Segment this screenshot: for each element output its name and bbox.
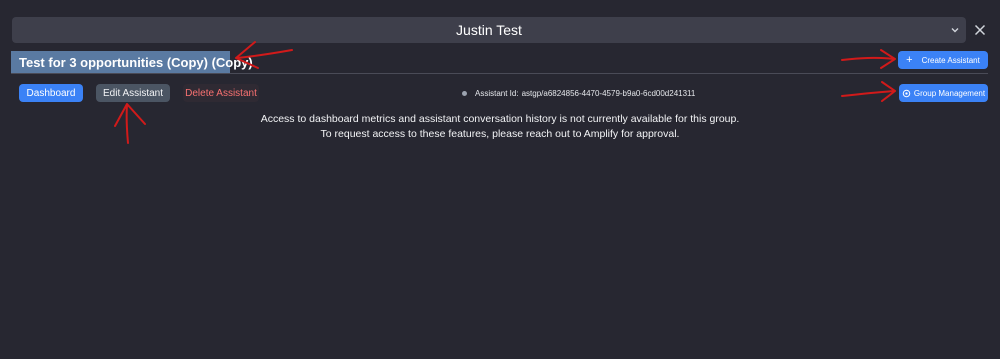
annotation-arrow-edit [114,103,146,144]
assistant-id-label: Assistant Id: [475,88,519,98]
access-notice-line-2: To request access to these features, ple… [320,128,680,140]
access-notice: Access to dashboard metrics and assistan… [200,112,800,142]
chevron-down-icon [951,28,959,33]
create-assistant-button[interactable]: + Create Assistant [898,51,988,69]
gear-icon [902,89,911,97]
assistant-name-title: Test for 3 opportunities (Copy) (Copy) [11,51,253,73]
group-management-label: Group Management [913,88,986,98]
create-assistant-label: Create Assistant [921,55,980,65]
group-select-value: Justin Test [456,22,522,38]
close-icon[interactable] [972,22,988,38]
assistant-id: Assistant Id: astgp/a6824856-4470-4579-b… [462,87,695,99]
header-divider [11,73,988,74]
access-notice-line-1: Access to dashboard metrics and assistan… [260,113,740,125]
annotation-arrow-group [841,81,896,102]
annotation-arrow-create [841,49,896,69]
plus-icon: + [906,53,913,66]
assistant-admin-page: Justin Test Test for 3 opportunities (Co… [0,0,1000,359]
dashboard-button[interactable]: Dashboard [19,84,83,102]
group-management-button[interactable]: Group Management [899,84,988,102]
group-select[interactable]: Justin Test [12,17,966,43]
status-dot [462,90,467,96]
assistant-id-value: astgp/a6824856-4470-4579-b9a0-6cd00d2413… [521,88,696,98]
delete-assistant-button[interactable]: Delete Assistant [183,84,259,102]
edit-assistant-button[interactable]: Edit Assistant [96,84,170,102]
